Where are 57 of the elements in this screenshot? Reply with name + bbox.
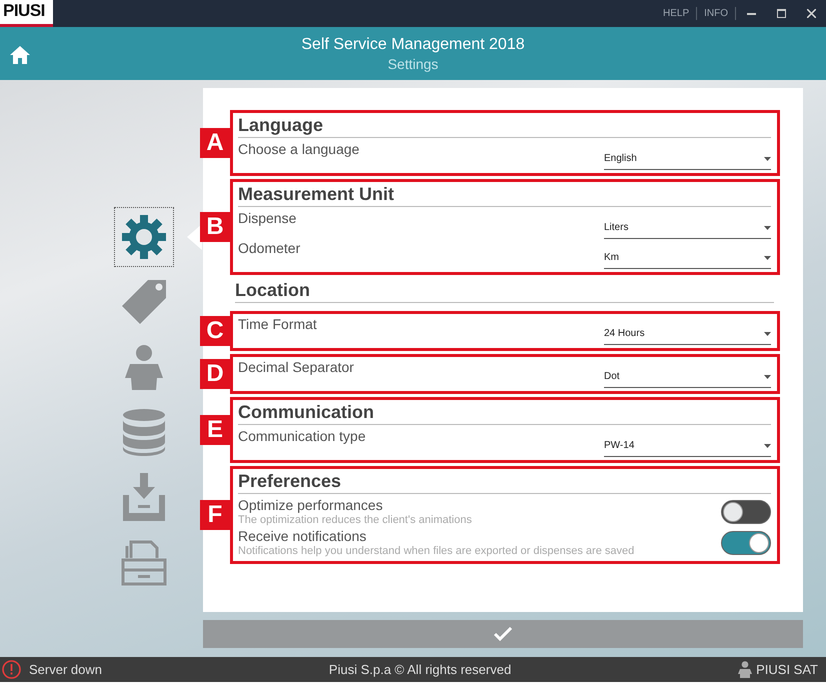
caret-icon — [764, 332, 771, 336]
section-heading: Location — [235, 279, 774, 303]
setting-description: Notifications help you understand when files are exported or dispenses are saved — [238, 545, 634, 558]
setting-description: The optimization reduces the client's animations — [238, 514, 472, 527]
section-heading: Measurement Unit — [238, 183, 771, 207]
home-button[interactable] — [10, 43, 30, 67]
dropdown[interactable]: Liters — [604, 217, 771, 239]
logo: PIUSI — [0, 0, 53, 27]
setting-label: Dispense — [238, 209, 296, 227]
dropdown[interactable]: Dot — [604, 366, 771, 388]
gear-icon — [121, 214, 167, 260]
app-title: Self Service Management 2018 — [301, 34, 525, 54]
menu-link[interactable]: HELP — [656, 7, 698, 20]
status-text: Server down — [29, 660, 102, 679]
dropdown[interactable]: Km — [604, 247, 771, 269]
close-icon — [806, 9, 816, 18]
alert-icon — [2, 660, 21, 679]
annotation-label: A — [200, 128, 230, 158]
annotation-label: B — [200, 212, 230, 242]
section-heading: Preferences — [238, 470, 771, 494]
copyright-text: Piusi S.p.a © All rights reserved — [328, 660, 512, 679]
caret-icon — [764, 374, 771, 378]
setting-label: Odometer — [238, 239, 300, 257]
setting-label: Optimize performances — [238, 496, 384, 514]
setting-label: Receive notifications — [238, 527, 368, 545]
dropdown[interactable]: 24 Hours — [604, 323, 771, 345]
section-heading: Language — [238, 114, 771, 138]
home-icon — [10, 46, 30, 64]
annotation-label: F — [200, 500, 230, 530]
dropdown[interactable]: English — [604, 148, 771, 170]
caret-icon — [764, 256, 771, 260]
menu-link[interactable]: INFO — [697, 7, 736, 20]
setting-label: Decimal Separator — [238, 358, 354, 376]
user-name: PIUSI SAT — [756, 660, 818, 679]
setting-label: Time Format — [238, 315, 317, 333]
section-heading: Communication — [238, 401, 771, 425]
annotation-label: E — [200, 415, 230, 445]
toggle-switch[interactable] — [721, 531, 771, 555]
database-icon — [122, 408, 166, 456]
dropdown[interactable]: PW-14 — [604, 435, 771, 457]
maximize-icon — [776, 9, 786, 18]
annotation-label: D — [200, 359, 230, 389]
page-subtitle: Settings — [388, 54, 438, 72]
download-tray-icon — [121, 473, 167, 521]
setting-label: Choose a language — [238, 140, 360, 158]
checkmark-icon — [493, 626, 513, 642]
caret-icon — [764, 444, 771, 448]
setting-label: Communication type — [238, 427, 366, 445]
tag-icon — [120, 278, 168, 326]
caret-icon — [764, 226, 771, 230]
person-icon — [124, 344, 164, 390]
user-icon — [738, 661, 752, 678]
file-drawer-icon — [121, 538, 167, 586]
annotation-label: C — [200, 316, 230, 346]
caret-icon — [764, 156, 771, 160]
toggle-switch[interactable] — [721, 500, 771, 524]
minimize-icon — [746, 12, 756, 14]
